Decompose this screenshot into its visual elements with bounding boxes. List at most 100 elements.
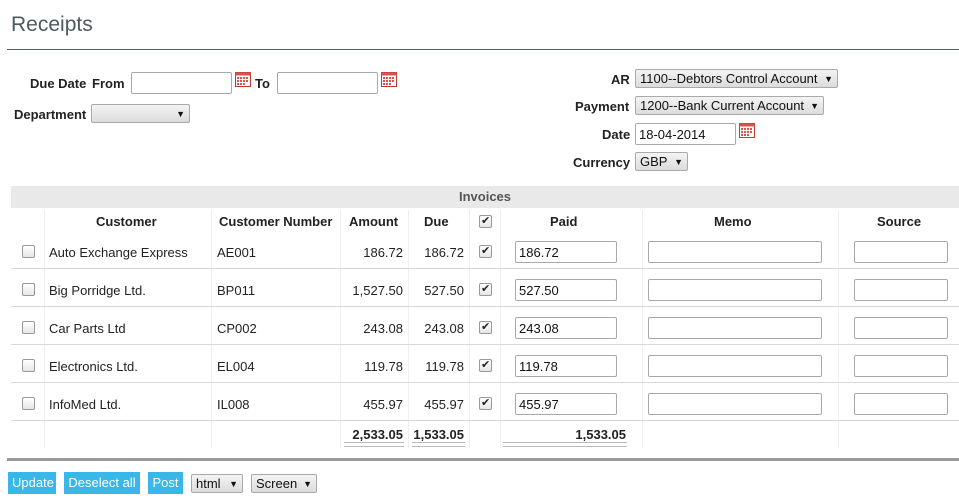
- payment-label: Payment: [575, 99, 630, 114]
- to-label: To: [255, 76, 270, 91]
- customer-number: IL008: [217, 397, 250, 412]
- header-customer: Customer: [96, 214, 157, 229]
- row-divider: [11, 420, 959, 421]
- payment-selected-value: 1200--Bank Current Account: [640, 98, 805, 113]
- customer-number: AE001: [217, 245, 257, 260]
- amount-value: 1,527.50: [352, 283, 403, 298]
- paid-input[interactable]: [515, 241, 617, 263]
- memo-input[interactable]: [648, 355, 822, 377]
- ar-label: AR: [611, 72, 630, 87]
- pay-checkbox[interactable]: [479, 358, 492, 372]
- format-select[interactable]: html ▼: [191, 474, 243, 493]
- calendar-icon[interactable]: [739, 123, 755, 138]
- due-value: 186.72: [424, 245, 464, 260]
- total-underline: [503, 442, 627, 447]
- department-label: Department: [14, 107, 87, 122]
- total-underline: [344, 442, 404, 447]
- source-input[interactable]: [854, 355, 948, 377]
- date-input[interactable]: [635, 123, 736, 145]
- pay-checkbox[interactable]: [479, 282, 492, 296]
- amount-value: 243.08: [363, 321, 403, 336]
- source-input[interactable]: [854, 241, 948, 263]
- due-value: 527.50: [424, 283, 464, 298]
- customer-number: CP002: [217, 321, 257, 336]
- page-title: Receipts: [11, 13, 93, 36]
- due-value: 455.97: [424, 397, 464, 412]
- amount-value: 119.78: [364, 359, 403, 374]
- row-select-checkbox[interactable]: [22, 321, 35, 334]
- payment-account-select[interactable]: 1200--Bank Current Account ▼: [635, 96, 824, 115]
- post-button[interactable]: Post: [148, 472, 183, 494]
- output-selected-value: Screen: [256, 476, 298, 491]
- amount-value: 186.72: [363, 245, 403, 260]
- row-select-checkbox[interactable]: [22, 283, 35, 296]
- memo-input[interactable]: [648, 317, 822, 339]
- pay-checkbox[interactable]: [479, 244, 492, 258]
- column-divider: [642, 210, 643, 448]
- source-input[interactable]: [854, 279, 948, 301]
- column-divider: [211, 210, 212, 448]
- currency-selected-value: GBP: [640, 154, 668, 169]
- customer-name: Electronics Ltd.: [49, 359, 138, 374]
- from-date-input[interactable]: [131, 72, 232, 94]
- row-select-checkbox[interactable]: [22, 397, 35, 410]
- row-divider: [11, 382, 959, 383]
- header-memo: Memo: [714, 214, 752, 229]
- calendar-icon[interactable]: [381, 72, 397, 87]
- header-amount: Amount: [349, 214, 399, 229]
- ar-account-select[interactable]: 1100--Debtors Control Account ▼: [635, 69, 838, 88]
- to-date-input[interactable]: [277, 72, 378, 94]
- total-amount: 2,533.05: [352, 427, 403, 442]
- customer-name: Auto Exchange Express: [49, 245, 188, 260]
- customer-number: BP011: [217, 283, 256, 298]
- output-select[interactable]: Screen ▼: [251, 474, 317, 493]
- source-input[interactable]: [854, 393, 948, 415]
- amount-value: 455.97: [363, 397, 403, 412]
- column-divider: [469, 210, 470, 448]
- paid-input[interactable]: [515, 393, 617, 415]
- due-date-label: Due Date: [30, 76, 87, 91]
- customer-name: Big Porridge Ltd.: [49, 283, 146, 298]
- update-button[interactable]: Update: [8, 472, 56, 494]
- paid-input[interactable]: [515, 279, 617, 301]
- customer-name: Car Parts Ltd: [49, 321, 126, 336]
- ar-selected-value: 1100--Debtors Control Account: [640, 71, 818, 86]
- row-select-checkbox[interactable]: [22, 359, 35, 372]
- department-select[interactable]: ▼: [91, 104, 190, 123]
- from-label: From: [92, 76, 125, 91]
- chevron-down-icon: ▼: [674, 156, 683, 167]
- footer-divider: [7, 458, 959, 461]
- chevron-down-icon: ▼: [176, 108, 185, 119]
- deselect-all-button[interactable]: Deselect all: [64, 472, 140, 494]
- calendar-icon[interactable]: [235, 72, 251, 87]
- source-input[interactable]: [854, 317, 948, 339]
- format-selected-value: html: [196, 476, 221, 491]
- header-paid: Paid: [550, 214, 578, 229]
- currency-select[interactable]: GBP ▼: [635, 152, 688, 171]
- invoices-caption: Invoices: [11, 186, 959, 208]
- title-divider: [7, 49, 959, 50]
- column-divider: [44, 210, 45, 448]
- memo-input[interactable]: [648, 241, 822, 263]
- row-select-checkbox[interactable]: [22, 245, 35, 258]
- column-divider: [838, 210, 839, 448]
- row-divider: [11, 268, 959, 269]
- chevron-down-icon: ▼: [229, 478, 238, 489]
- column-divider: [500, 210, 501, 448]
- header-due: Due: [424, 214, 449, 229]
- chevron-down-icon: ▼: [810, 100, 819, 111]
- customer-number: EL004: [217, 359, 255, 374]
- memo-input[interactable]: [648, 393, 822, 415]
- total-paid: 1,533.05: [575, 427, 626, 442]
- header-customer-number: Customer Number: [219, 214, 333, 229]
- date-label: Date: [602, 127, 631, 142]
- paid-input[interactable]: [515, 355, 617, 377]
- currency-label: Currency: [573, 155, 631, 170]
- paid-input[interactable]: [515, 317, 617, 339]
- total-underline: [412, 442, 465, 447]
- select-all-checkbox[interactable]: [479, 214, 492, 228]
- pay-checkbox[interactable]: [479, 396, 492, 410]
- memo-input[interactable]: [648, 279, 822, 301]
- header-source: Source: [877, 214, 922, 229]
- pay-checkbox[interactable]: [479, 320, 492, 334]
